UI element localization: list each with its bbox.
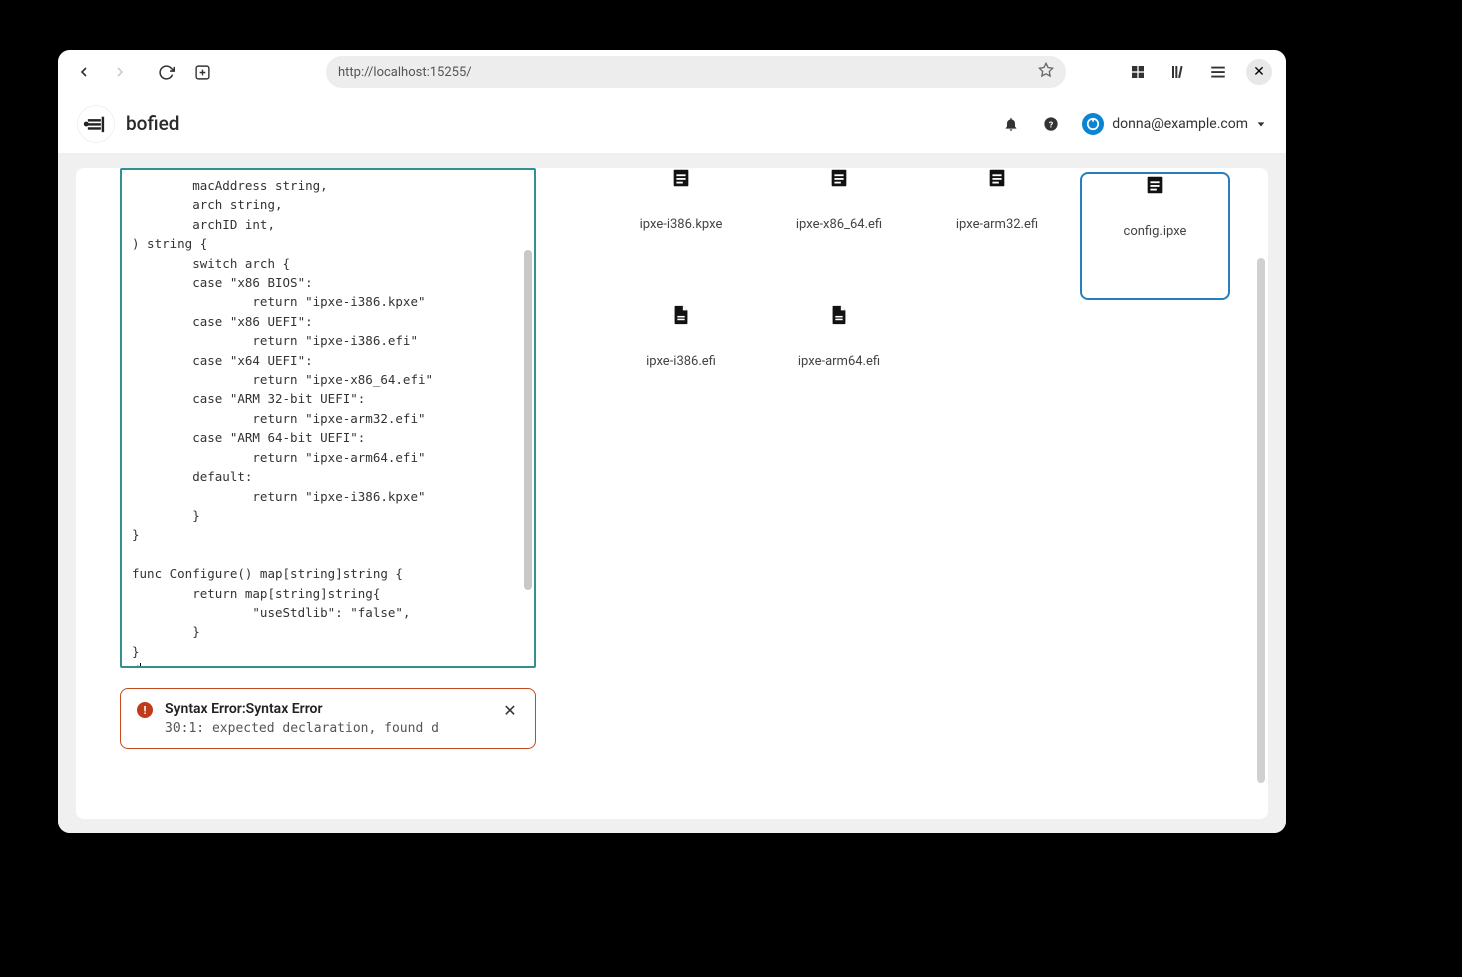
new-tab-button[interactable]: [190, 60, 214, 84]
toolbar-right: ✕: [1126, 59, 1272, 85]
error-content: Syntax Error:Syntax Error 30:1: expected…: [165, 701, 489, 736]
file-name: config.ipxe: [1124, 224, 1187, 239]
file-icon: [670, 302, 692, 330]
app-header: bofied ? donna@example.com: [58, 94, 1286, 154]
file-item[interactable]: ipxe-arm64.efi: [764, 300, 914, 428]
text-file-icon: [986, 174, 1008, 193]
user-menu[interactable]: donna@example.com: [1082, 113, 1266, 135]
forward-button[interactable]: [108, 60, 132, 84]
file-item[interactable]: ipxe-arm32.efi: [922, 172, 1072, 300]
back-button[interactable]: [72, 60, 96, 84]
logo-icon: [78, 106, 114, 142]
text-file-icon: [1144, 174, 1166, 200]
file-name: ipxe-i386.kpxe: [640, 217, 723, 232]
chevron-down-icon: [1256, 119, 1266, 129]
file-icon: [828, 302, 850, 330]
header-right: ? donna@example.com: [1002, 113, 1266, 135]
file-item[interactable]: ipxe-i386.kpxe: [606, 172, 756, 300]
content-card: macAddress string, arch string, archID i…: [76, 168, 1268, 819]
editor-pane: macAddress string, arch string, archID i…: [120, 168, 566, 819]
main-area: macAddress string, arch string, archID i…: [58, 154, 1286, 833]
file-name: ipxe-x86_64.efi: [796, 217, 882, 232]
menu-icon[interactable]: [1206, 60, 1230, 84]
browser-window: http://localhost:15255/ ✕ bofied: [58, 50, 1286, 833]
svg-text:?: ?: [1049, 120, 1053, 130]
editor-scrollbar[interactable]: [524, 250, 532, 590]
help-icon[interactable]: ?: [1042, 115, 1060, 133]
close-button[interactable]: ✕: [1246, 59, 1272, 85]
error-detail: 30:1: expected declaration, found d: [165, 721, 489, 736]
bookmark-star-icon[interactable]: [1038, 62, 1054, 82]
app-logo[interactable]: bofied: [78, 106, 179, 142]
file-name: ipxe-arm64.efi: [798, 354, 880, 369]
file-item[interactable]: ipxe-x86_64.efi: [764, 172, 914, 300]
browser-toolbar: http://localhost:15255/ ✕: [58, 50, 1286, 94]
user-email: donna@example.com: [1112, 116, 1248, 132]
error-icon: !: [137, 702, 153, 718]
code-content: macAddress string, arch string, archID i…: [132, 178, 433, 668]
file-name: ipxe-arm32.efi: [956, 217, 1038, 232]
content-scrollbar[interactable]: [1257, 258, 1265, 783]
file-name: ipxe-i386.efi: [646, 354, 716, 369]
library-icon[interactable]: [1166, 60, 1190, 84]
url-bar[interactable]: http://localhost:15255/: [326, 56, 1066, 88]
file-grid: ipxe-i386.kpxe ipxe-x86_64.efi ipxe-arm32.…: [566, 168, 1250, 819]
error-title: Syntax Error:Syntax Error: [165, 701, 489, 717]
user-avatar-icon: [1082, 113, 1104, 135]
file-item[interactable]: ipxe-i386.efi: [606, 300, 756, 428]
text-file-icon: [828, 174, 850, 193]
text-file-icon: [670, 174, 692, 193]
code-editor[interactable]: macAddress string, arch string, archID i…: [120, 168, 536, 668]
file-item[interactable]: config.ipxe: [1080, 172, 1230, 300]
notifications-icon[interactable]: [1002, 115, 1020, 133]
app-name: bofied: [126, 112, 179, 135]
reload-button[interactable]: [154, 60, 178, 84]
error-alert: ! Syntax Error:Syntax Error 30:1: expect…: [120, 688, 536, 749]
url-text: http://localhost:15255/: [338, 65, 472, 80]
error-close-button[interactable]: ✕: [501, 701, 519, 720]
apps-icon[interactable]: [1126, 60, 1150, 84]
